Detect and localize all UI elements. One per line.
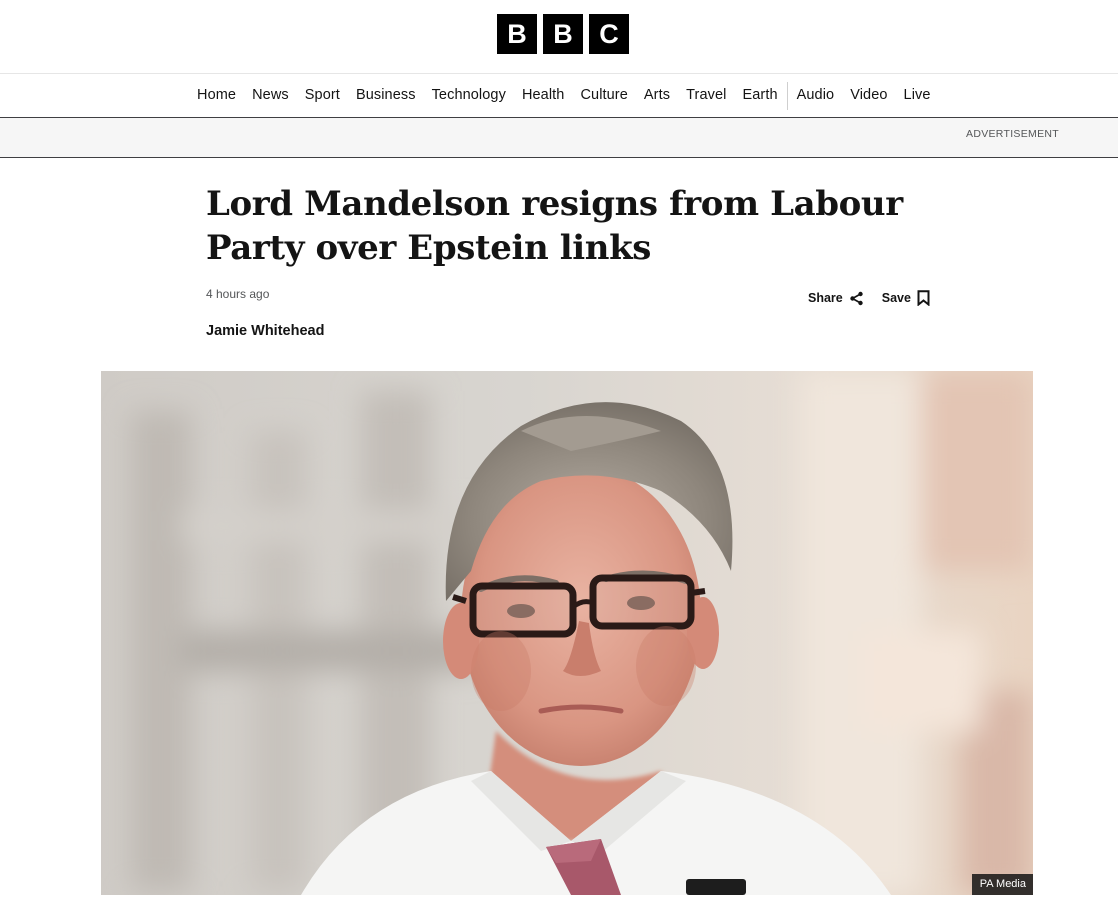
hero-photo [101, 371, 1033, 895]
article-timestamp: 4 hours ago [206, 287, 270, 301]
nav-item-arts[interactable]: Arts [636, 74, 678, 117]
advertisement-label: ADVERTISEMENT [966, 128, 1059, 140]
main-nav: Home News Sport Business Technology Heal… [0, 74, 1118, 118]
nav-item-news[interactable]: News [244, 74, 297, 117]
nav-item-travel[interactable]: Travel [678, 74, 734, 117]
nav-item-video[interactable]: Video [842, 74, 895, 117]
nav-item-health[interactable]: Health [514, 74, 573, 117]
save-button[interactable]: Save [882, 290, 930, 306]
share-icon [849, 291, 864, 306]
nav-list: Home News Sport Business Technology Heal… [189, 74, 939, 117]
nav-item-audio[interactable]: Audio [789, 74, 843, 117]
nav-item-business[interactable]: Business [348, 74, 424, 117]
image-credit: PA Media [971, 874, 1033, 895]
hero-image: PA Media [101, 371, 1033, 895]
nav-item-home[interactable]: Home [189, 74, 244, 117]
nav-item-technology[interactable]: Technology [424, 74, 514, 117]
logo-letter: B [543, 14, 583, 54]
advertisement-band: ADVERTISEMENT [0, 118, 1118, 158]
article-headline: Lord Mandelson resigns from Labour Party… [206, 184, 903, 268]
logo-letter: C [589, 14, 629, 54]
save-label: Save [881, 291, 911, 305]
logo-letter: B [497, 14, 537, 54]
masthead: B B C [0, 0, 1118, 74]
share-button[interactable]: Share [808, 291, 864, 306]
nav-item-culture[interactable]: Culture [572, 74, 635, 117]
nav-item-earth[interactable]: Earth [734, 74, 785, 117]
bbc-logo[interactable]: B B C [497, 14, 629, 54]
article-actions: Share Save [808, 290, 930, 306]
share-label: Share [808, 291, 843, 305]
article-byline[interactable]: Jamie Whitehead [206, 323, 324, 339]
bookmark-icon [917, 290, 930, 306]
nav-item-live[interactable]: Live [896, 74, 939, 117]
nav-item-sport[interactable]: Sport [297, 74, 348, 117]
nav-divider [786, 81, 788, 110]
